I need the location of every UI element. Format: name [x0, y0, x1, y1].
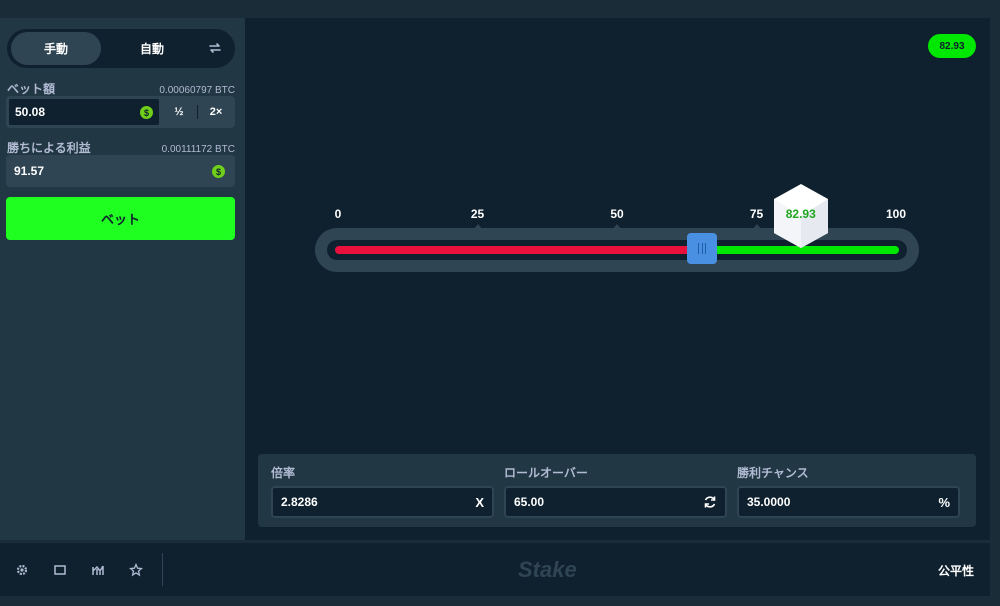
rollover-label: ロールオーバー [504, 466, 588, 480]
slider-handle[interactable] [686, 233, 717, 264]
gear-icon[interactable] [15, 563, 29, 577]
bet-amount-input[interactable]: 50.08 $ [8, 98, 160, 126]
win-chance-stat: 勝利チャンス 35.0000 % [737, 464, 960, 518]
multiplier-input[interactable]: 2.8286 X [271, 486, 494, 518]
scale-label-25: 25 [470, 207, 485, 221]
scale-label-0: 0 [334, 207, 342, 221]
double-button[interactable]: 2× [198, 98, 234, 126]
footer-divider [162, 553, 163, 586]
bet-amount-label: ベット額 [7, 82, 56, 96]
half-button[interactable]: ½ [161, 98, 197, 126]
lose-range [335, 246, 702, 254]
grip-icon [697, 243, 706, 254]
star-icon[interactable] [129, 563, 143, 577]
profit-label-row: 勝ちによる利益 0.00111172 BTC [7, 139, 235, 156]
game-area: 82.93 0 25 50 75 100 82.93 倍率 2.8286 X ロールオー… [245, 18, 990, 540]
stats-panel: 倍率 2.8286 X ロールオーバー 65.00 勝利チャンス 35.0000… [258, 454, 976, 527]
stats-chart-icon[interactable] [91, 563, 105, 577]
fairness-link[interactable]: 公平性 [938, 562, 974, 579]
multiply-icon: X [475, 494, 484, 510]
profit-btc: 0.00111172 BTC [161, 144, 235, 155]
scale-label-75: 75 [749, 207, 764, 221]
rollover-value: 65.00 [514, 495, 545, 509]
percent-icon: % [938, 494, 950, 510]
scale-label-50: 50 [610, 207, 624, 221]
scale-label-100: 100 [885, 207, 907, 221]
dice-result: 82.93 [772, 183, 830, 249]
bet-amount-btc: 0.00060797 BTC [159, 85, 235, 96]
rollover-stat: ロールオーバー 65.00 [504, 464, 727, 518]
dollar-coin-icon: $ [140, 106, 153, 119]
bet-sidebar: 手動 自動 ベット額 0.00060797 BTC 50.08 $ ½ 2× 勝… [0, 18, 245, 540]
profit-field: 91.57 $ [6, 155, 235, 187]
swap-icon[interactable] [207, 40, 223, 56]
last-result-badge[interactable]: 82.93 [928, 34, 976, 58]
bet-amount-value: 50.08 [15, 105, 46, 119]
multiplier-stat: 倍率 2.8286 X [271, 464, 494, 518]
footer-bar: Stake 公平性 [0, 543, 990, 596]
win-chance-value: 35.0000 [747, 495, 791, 509]
tab-auto[interactable]: 自動 [107, 32, 197, 65]
multiplier-label: 倍率 [271, 466, 296, 480]
multiplier-value: 2.8286 [281, 495, 318, 509]
dollar-coin-icon: $ [212, 165, 225, 178]
profit-value: 91.57 [14, 164, 45, 178]
mode-toggle: 手動 自動 [7, 29, 235, 68]
win-chance-label: 勝利チャンス [737, 466, 809, 480]
bet-amount-group: 50.08 $ ½ 2× [6, 96, 235, 128]
profit-label: 勝ちによる利益 [7, 141, 91, 155]
refresh-icon[interactable] [703, 495, 717, 509]
win-chance-input[interactable]: 35.0000 % [737, 486, 960, 518]
theatre-mode-icon[interactable] [53, 563, 67, 577]
rollover-input[interactable]: 65.00 [504, 486, 727, 518]
bet-amount-label-row: ベット額 0.00060797 BTC [7, 80, 235, 97]
stake-logo: Stake [518, 557, 577, 582]
dice-value: 82.93 [785, 207, 816, 221]
bet-button[interactable]: ベット [6, 197, 235, 240]
tab-manual[interactable]: 手動 [11, 32, 101, 65]
top-bar [0, 0, 1000, 18]
